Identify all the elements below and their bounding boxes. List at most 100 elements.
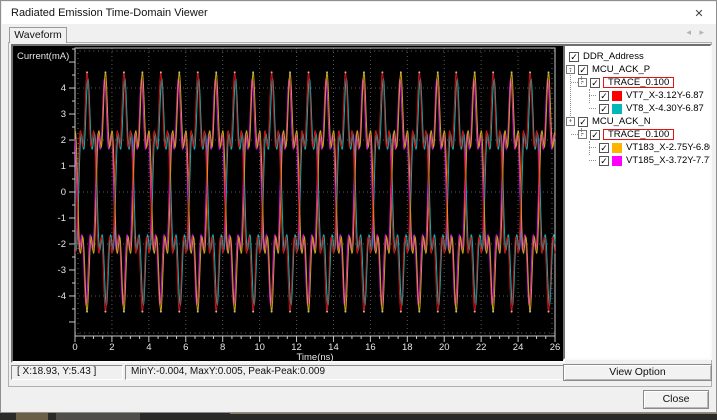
title-bar[interactable]: Radiated Emission Time-Domain Viewer ✕ (2, 2, 716, 24)
peak-marker (197, 311, 199, 313)
signal-tree: ✓DDR_Address-✓MCU_ACK_P-✓TRACE_0.100✓VT7… (565, 46, 710, 358)
tree-item-label[interactable]: TRACE_0.100 (603, 77, 674, 88)
y-tick-label: 1 (61, 161, 66, 172)
peak-marker (511, 71, 513, 73)
peak-marker (271, 71, 273, 73)
peak-marker (400, 71, 402, 73)
tree-row-vt8-x-4-30y-6-87[interactable]: ✓ VT8_X-4.30Y-6.87 (589, 102, 704, 115)
tree-checkbox[interactable]: ✓ (569, 52, 579, 62)
peak-marker (344, 71, 346, 73)
waveform-plot[interactable]: Current(mA)43210-1-2-3-40246810121416182… (13, 46, 563, 361)
tree-connector (581, 128, 582, 136)
tree-row-vt185-x-3-72y-7-77[interactable]: ✓ VT185_X-3.72Y-7.77 (589, 154, 712, 167)
peak-marker (437, 71, 439, 73)
tree-row-vt7-x-3-12y-6-87[interactable]: ✓ VT7_X-3.12Y-6.87 (589, 89, 704, 102)
peak-marker (252, 71, 254, 73)
x-tick-label: 6 (183, 342, 188, 353)
peak-marker (418, 71, 420, 73)
peak-marker (289, 71, 291, 73)
tree-checkbox[interactable]: ✓ (578, 65, 588, 75)
tree-row-mcu-ack-n[interactable]: -✓MCU_ACK_N (566, 115, 651, 128)
peak-marker (455, 311, 457, 313)
peak-marker (141, 311, 143, 313)
y-tick-label: -3 (58, 265, 66, 276)
tree-row-mcu-ack-p[interactable]: -✓MCU_ACK_P (566, 63, 650, 76)
peak-marker (511, 311, 513, 313)
peak-marker (529, 71, 531, 73)
waveform-chart-panel: Current(mA)43210-1-2-3-40246810121416182… (11, 44, 565, 363)
desktop-strip-segment (56, 413, 140, 420)
tree-row-trace-0-100[interactable]: -✓TRACE_0.100 (571, 128, 674, 141)
tree-row-trace-0-100[interactable]: -✓TRACE_0.100 (571, 76, 674, 89)
peak-marker (141, 71, 143, 73)
y-tick-label: 3 (61, 109, 66, 120)
desktop-strip (0, 413, 717, 420)
window-title: Radiated Emission Time-Domain Viewer (2, 7, 208, 19)
tab-waveform[interactable]: Waveform (9, 27, 67, 43)
peak-marker (123, 71, 125, 73)
tree-connector (589, 160, 596, 161)
tree-connector (570, 70, 571, 122)
peak-marker (492, 311, 494, 313)
tree-checkbox[interactable]: ✓ (599, 91, 609, 101)
peak-marker (437, 311, 439, 313)
peak-marker (474, 311, 476, 313)
peak-marker (234, 311, 236, 313)
peak-marker (363, 71, 365, 73)
tree-item-label[interactable]: VT7_X-3.12Y-6.87 (626, 90, 704, 101)
tree-row-ddr-address[interactable]: ✓ DDR_Address (569, 50, 644, 63)
tree-collapse-icon[interactable]: - (578, 130, 587, 139)
peak-marker (104, 311, 106, 313)
close-button[interactable]: Close (643, 390, 709, 409)
view-option-button[interactable]: View Option (563, 364, 712, 381)
tree-item-label[interactable]: VT183_X-2.75Y-6.80 (626, 142, 712, 153)
x-tick-label: 16 (365, 342, 376, 353)
peak-marker (215, 71, 217, 73)
peak-marker (197, 71, 199, 73)
tree-item-label[interactable]: VT185_X-3.72Y-7.77 (626, 155, 712, 166)
peak-marker (86, 71, 88, 73)
tree-checkbox[interactable]: ✓ (590, 130, 600, 140)
viewer-window: Radiated Emission Time-Domain Viewer ✕ W… (0, 0, 717, 413)
peak-marker (326, 71, 328, 73)
peak-marker (381, 311, 383, 313)
tree-collapse-icon[interactable]: - (578, 78, 587, 87)
peak-marker (548, 311, 550, 313)
peak-marker (86, 311, 88, 313)
y-tick-label: 0 (61, 187, 66, 198)
x-tick-label: 10 (254, 342, 265, 353)
tree-checkbox[interactable]: ✓ (590, 78, 600, 88)
desktop-strip-segment (230, 413, 717, 414)
window-close-icon[interactable]: ✕ (682, 2, 716, 24)
y-tick-label: 2 (61, 135, 66, 146)
tree-checkbox[interactable]: ✓ (599, 104, 609, 114)
peak-marker (308, 71, 310, 73)
tree-connector (589, 108, 596, 109)
tree-connector (571, 134, 578, 135)
tree-item-label[interactable]: DDR_Address (583, 51, 644, 62)
peak-marker (104, 71, 106, 73)
tree-checkbox[interactable]: ✓ (599, 143, 609, 153)
tab-scroll-arrows-icon[interactable]: ◂ ▸ (686, 27, 707, 38)
peak-marker (363, 311, 365, 313)
tree-item-label[interactable]: MCU_ACK_N (592, 116, 651, 127)
tree-row-vt183-x-2-75y-6-80[interactable]: ✓ VT183_X-2.75Y-6.80 (589, 141, 712, 154)
tree-connector (581, 76, 582, 84)
peak-marker (400, 311, 402, 313)
x-tick-label: 24 (513, 342, 524, 353)
tree-checkbox[interactable]: ✓ (578, 117, 588, 127)
screen: Radiated Emission Time-Domain Viewer ✕ W… (0, 0, 717, 420)
desktop-strip-segment (16, 413, 48, 420)
x-tick-label: 20 (439, 342, 450, 353)
peak-marker (215, 311, 217, 313)
tree-item-label[interactable]: MCU_ACK_P (592, 64, 650, 75)
x-tick-label: 4 (146, 342, 151, 353)
x-tick-label: 18 (402, 342, 413, 353)
tree-item-label[interactable]: TRACE_0.100 (603, 129, 674, 140)
peak-marker (529, 311, 531, 313)
y-axis-label: Current(mA) (17, 51, 69, 62)
tree-checkbox[interactable]: ✓ (599, 156, 609, 166)
tree-item-label[interactable]: VT8_X-4.30Y-6.87 (626, 103, 704, 114)
y-tick-label: -1 (58, 213, 66, 224)
x-tick-label: 2 (109, 342, 114, 353)
